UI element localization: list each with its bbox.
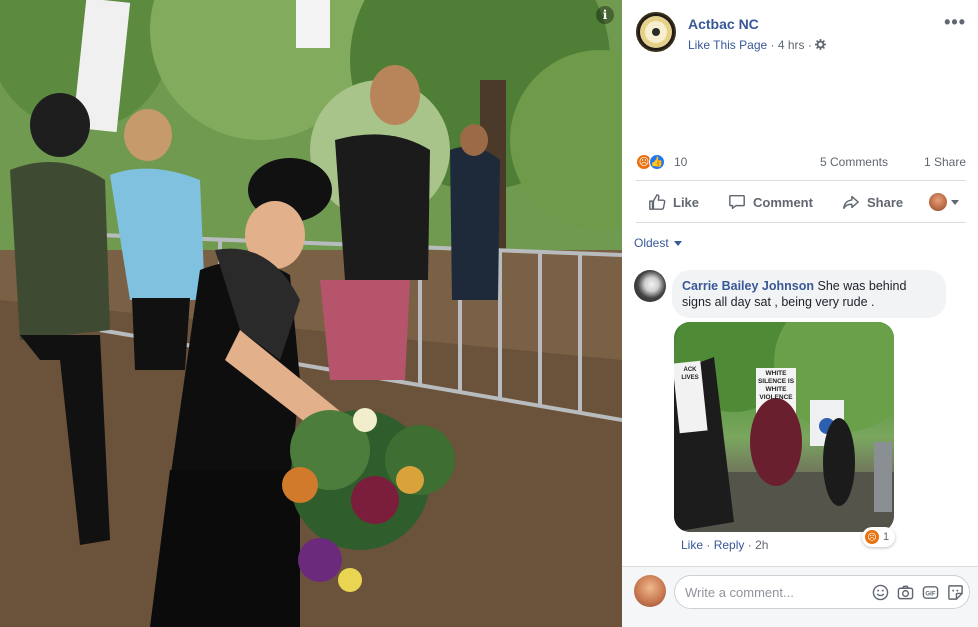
comment-button[interactable]: Comment xyxy=(728,193,813,211)
meta-separator: · xyxy=(770,38,778,52)
comments-count[interactable]: 5 Comments xyxy=(820,155,888,169)
comment-image-scene xyxy=(674,322,894,532)
reactions-count[interactable]: 10 xyxy=(674,155,687,169)
divider xyxy=(636,180,966,181)
angry-reaction-icon: ☹ xyxy=(865,530,879,544)
post-meta: Like This Page · 4 hrs · xyxy=(688,38,827,52)
sticker-icon[interactable] xyxy=(947,584,964,601)
page-name-link[interactable]: Actbac NC xyxy=(688,16,759,32)
sort-label: Oldest xyxy=(634,236,669,250)
share-icon xyxy=(843,195,859,210)
like-label: Like xyxy=(673,194,700,210)
actor-avatar xyxy=(929,193,947,211)
comment-bubble: Carrie Bailey Johnson She was behind sig… xyxy=(672,270,946,318)
svg-text:GIF: GIF xyxy=(925,590,935,597)
comment-author-link[interactable]: Carrie Bailey Johnson xyxy=(682,279,814,293)
like-button[interactable]: Like xyxy=(648,193,699,211)
reactions-bar: ☹ 👍 10 5 Comments 1 Share xyxy=(636,152,966,172)
comment-reaction-count: 1 xyxy=(883,531,890,543)
comment-reactions[interactable]: ☹ 1 xyxy=(862,527,896,547)
post-header: Actbac NC Like This Page · 4 hrs · ••• xyxy=(636,12,966,56)
comment-actions: Like · Reply · 2h xyxy=(681,538,768,552)
chevron-down-icon xyxy=(673,240,682,246)
post-time[interactable]: 4 hrs xyxy=(778,38,805,52)
meta-separator: · xyxy=(747,538,756,552)
my-avatar[interactable] xyxy=(634,575,666,607)
comment-icon xyxy=(729,194,745,210)
thumbs-up-icon xyxy=(649,194,666,210)
page-logo-icon xyxy=(640,16,672,48)
post-panel: Actbac NC Like This Page · 4 hrs · ••• ☹… xyxy=(622,0,978,627)
comment-time[interactable]: 2h xyxy=(755,538,768,552)
share-label: Share xyxy=(867,194,904,210)
like-reaction-icon: 👍 xyxy=(649,154,665,170)
meta-separator: · xyxy=(706,538,714,552)
share-button[interactable]: Share xyxy=(842,193,903,211)
comment-image[interactable]: WHITE SILENCE IS WHITE VIOLENCE ACK LIVE… xyxy=(674,322,894,532)
actor-selector[interactable] xyxy=(929,193,959,211)
comment-reply-link[interactable]: Reply xyxy=(714,538,745,552)
photo-scene xyxy=(0,0,622,627)
shares-count[interactable]: 1 Share xyxy=(924,155,966,169)
divider xyxy=(636,222,966,223)
commenter-avatar[interactable] xyxy=(634,270,666,302)
meta-separator: · xyxy=(807,38,816,52)
comment-composer: GIF xyxy=(622,566,978,627)
like-page-link[interactable]: Like This Page xyxy=(688,38,767,52)
composer-icons: GIF xyxy=(872,584,964,601)
page-avatar[interactable] xyxy=(636,12,676,52)
info-icon[interactable]: i xyxy=(596,6,614,24)
comment-label: Comment xyxy=(753,194,813,210)
comment-like-link[interactable]: Like xyxy=(681,538,703,552)
reaction-icons[interactable]: ☹ 👍 xyxy=(636,154,665,170)
comment-image-sign-text: WHITE SILENCE IS WHITE VIOLENCE xyxy=(757,370,795,401)
post-actions: Like Comment Share xyxy=(636,186,966,218)
comment-sort-dropdown[interactable]: Oldest xyxy=(634,236,682,250)
emoji-icon[interactable] xyxy=(872,584,889,601)
gif-icon[interactable]: GIF xyxy=(922,584,939,601)
comment-image-sign-text: ACK LIVES xyxy=(681,367,699,381)
camera-icon[interactable] xyxy=(897,584,914,601)
chevron-down-icon xyxy=(951,199,959,205)
more-dots-icon[interactable]: ••• xyxy=(944,12,966,33)
post-photo[interactable]: i xyxy=(0,0,622,627)
gear-icon[interactable] xyxy=(815,39,827,50)
